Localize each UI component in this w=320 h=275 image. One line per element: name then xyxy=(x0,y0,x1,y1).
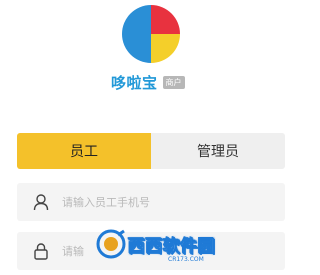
tab-admin[interactable]: 管理员 xyxy=(151,133,285,169)
merchant-badge: 商户 xyxy=(162,75,185,89)
watermark-text: 西西软件园 xyxy=(128,236,216,257)
role-tabs: 员工 管理员 xyxy=(17,133,285,169)
lock-icon xyxy=(32,242,50,260)
pie-logo-icon xyxy=(122,5,180,63)
watermark-logo-icon xyxy=(96,229,126,259)
phone-field[interactable] xyxy=(17,183,285,221)
brand: 哆啦宝 商户 xyxy=(111,72,185,92)
user-icon xyxy=(32,193,50,211)
tab-employee[interactable]: 员工 xyxy=(17,133,151,169)
login-page: 哆啦宝 商户 员工 管理员 西西软件园 CR173. xyxy=(0,0,287,275)
app-name: 哆啦宝 xyxy=(111,73,158,92)
watermark-site: CR173.COM xyxy=(168,256,204,263)
phone-input[interactable] xyxy=(62,195,262,209)
